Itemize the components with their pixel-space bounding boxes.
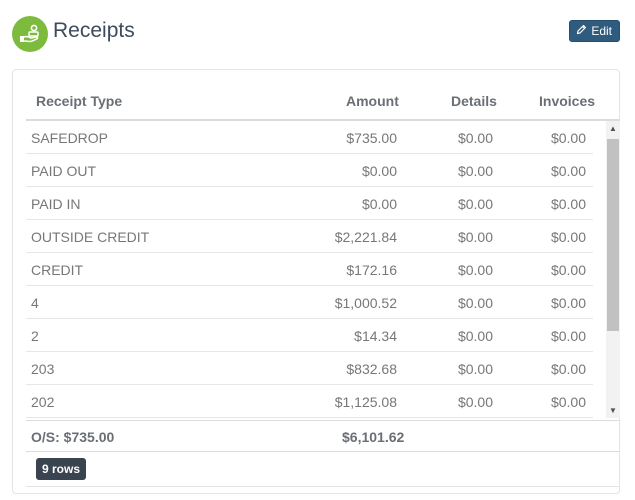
column-header-receipt-type[interactable]: Receipt Type: [36, 93, 122, 109]
cell-amount: $832.68: [346, 361, 397, 377]
cell-details: $0.00: [457, 196, 493, 212]
cell-details: $0.00: [457, 394, 493, 410]
cell-amount: $1,000.52: [334, 295, 397, 311]
page-title: Receipts: [53, 19, 135, 42]
cell-receipt-type: 202: [31, 394, 55, 410]
vertical-scrollbar[interactable]: ▲ ▼: [606, 121, 620, 418]
table-row[interactable]: PAID OUT $0.00 $0.00 $0.00: [26, 154, 593, 187]
receipts-header: Receipts Edit: [12, 14, 620, 52]
cell-receipt-type: 2: [31, 328, 39, 344]
cell-details: $0.00: [457, 130, 493, 146]
column-header-details[interactable]: Details: [451, 93, 497, 109]
edit-button[interactable]: Edit: [569, 20, 620, 42]
table-row[interactable]: 202 $1,125.08 $0.00 $0.00: [26, 385, 593, 418]
table-row[interactable]: 4 $1,000.52 $0.00 $0.00: [26, 286, 593, 319]
edit-button-label: Edit: [591, 24, 612, 38]
cell-amount: $0.00: [361, 163, 397, 179]
table-row[interactable]: OUTSIDE CREDIT $2,221.84 $0.00 $0.00: [26, 220, 593, 253]
cell-receipt-type: PAID IN: [31, 196, 81, 212]
table-footer: O/S: $735.00 $6,101.62: [26, 420, 620, 452]
cell-receipt-type: OUTSIDE CREDIT: [31, 229, 150, 245]
cell-details: $0.00: [457, 361, 493, 377]
cell-amount: $735.00: [346, 130, 397, 146]
row-count-badge: 9 rows: [36, 458, 87, 480]
table-row[interactable]: CREDIT $172.16 $0.00 $0.00: [26, 253, 593, 286]
divider: [26, 486, 620, 487]
cell-invoices: $0.00: [550, 163, 586, 179]
cell-amount: $0.00: [361, 196, 397, 212]
cell-details: $0.00: [457, 262, 493, 278]
column-header-amount[interactable]: Amount: [346, 93, 399, 109]
cell-invoices: $0.00: [550, 229, 586, 245]
table-row[interactable]: PAID IN $0.00 $0.00 $0.00: [26, 187, 593, 220]
cell-details: $0.00: [457, 163, 493, 179]
table-row[interactable]: SAFEDROP $735.00 $0.00 $0.00: [26, 121, 593, 154]
cell-invoices: $0.00: [550, 361, 586, 377]
cell-amount: $1,125.08: [334, 394, 397, 410]
scroll-up-arrow-icon[interactable]: ▲: [606, 121, 620, 136]
cell-receipt-type: CREDIT: [31, 262, 84, 278]
table-row[interactable]: 2 $14.34 $0.00 $0.00: [26, 319, 593, 352]
cell-amount: $2,221.84: [334, 229, 397, 245]
cell-invoices: $0.00: [550, 130, 586, 146]
cell-details: $0.00: [457, 328, 493, 344]
cell-receipt-type: 4: [31, 295, 39, 311]
receipts-panel: Receipt Type Amount Details Invoices SAF…: [12, 69, 620, 494]
cell-receipt-type: PAID OUT: [31, 163, 97, 179]
cell-invoices: $0.00: [550, 295, 586, 311]
hand-money-icon: [12, 16, 48, 52]
column-header-invoices[interactable]: Invoices: [539, 93, 595, 109]
cell-details: $0.00: [457, 295, 493, 311]
scroll-down-arrow-icon[interactable]: ▼: [606, 403, 620, 418]
table-row[interactable]: 203 $832.68 $0.00 $0.00: [26, 352, 593, 385]
scrollbar-thumb[interactable]: [607, 139, 619, 331]
cell-invoices: $0.00: [550, 394, 586, 410]
table-header: Receipt Type Amount Details Invoices: [26, 88, 620, 121]
cell-receipt-type: SAFEDROP: [31, 130, 109, 146]
cell-amount: $172.16: [346, 262, 397, 278]
cell-details: $0.00: [457, 229, 493, 245]
amount-total: $6,101.62: [342, 429, 405, 445]
table-body[interactable]: SAFEDROP $735.00 $0.00 $0.00 PAID OUT $0…: [26, 121, 620, 418]
cell-invoices: $0.00: [550, 196, 586, 212]
cell-receipt-type: 203: [31, 361, 55, 377]
cell-invoices: $0.00: [550, 328, 586, 344]
outstanding-total: O/S: $735.00: [31, 429, 115, 445]
pencil-icon: [576, 24, 587, 38]
cell-amount: $14.34: [354, 328, 397, 344]
cell-invoices: $0.00: [550, 262, 586, 278]
